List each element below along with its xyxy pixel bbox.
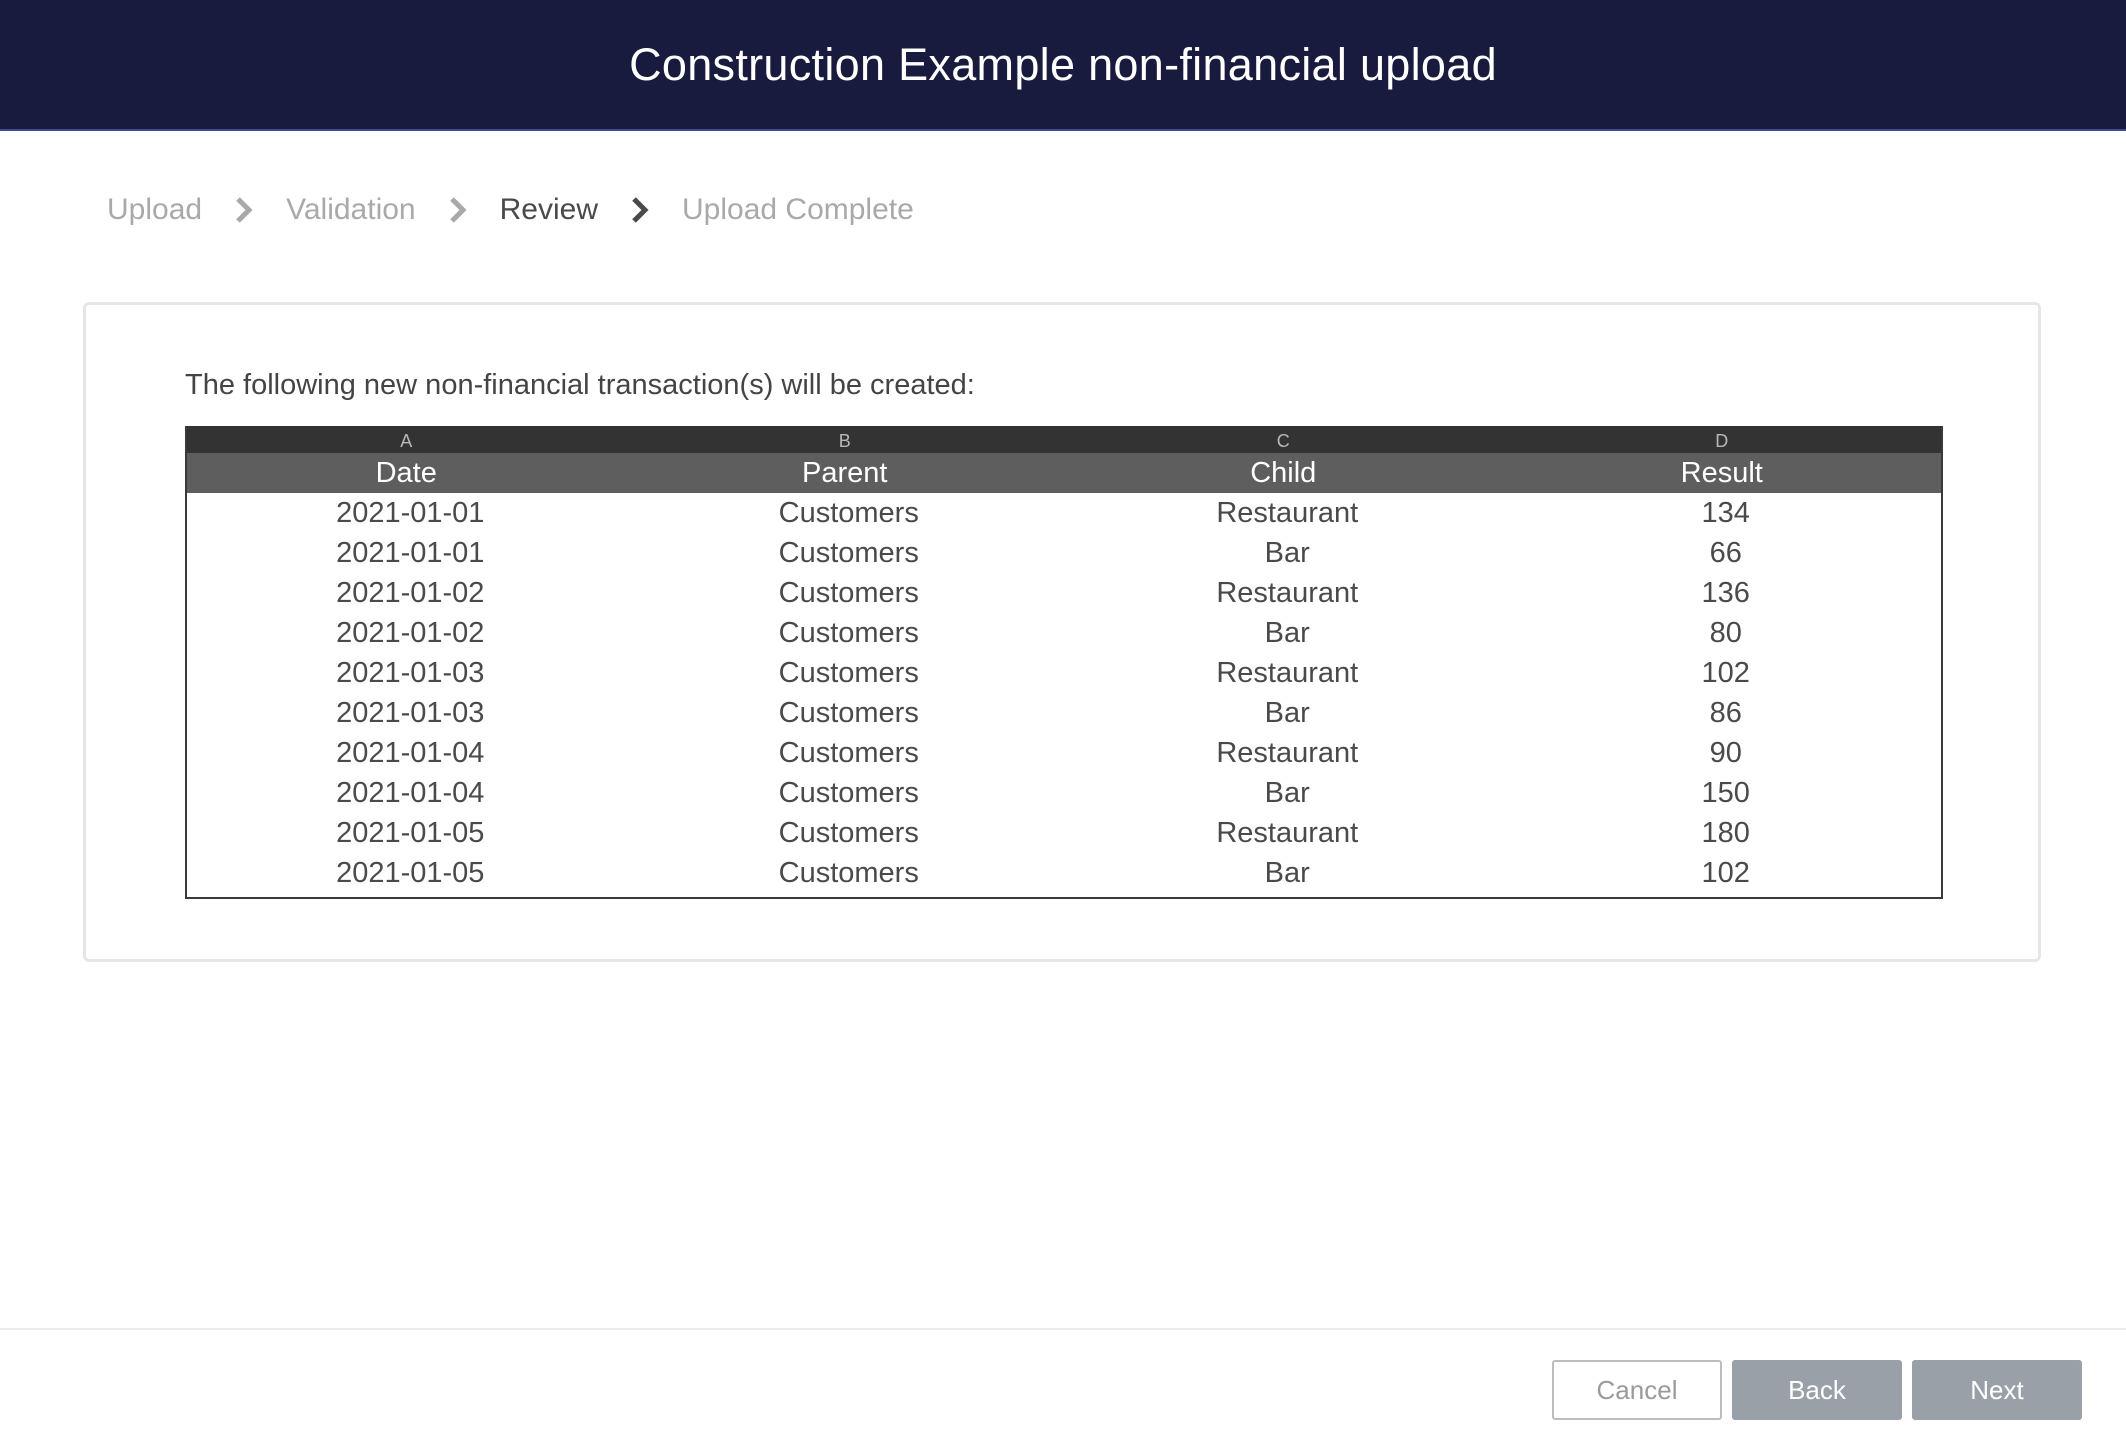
- back-button[interactable]: Back: [1732, 1360, 1902, 1420]
- cell-result: 90: [1709, 737, 1742, 769]
- chevron-right-icon: [229, 195, 259, 225]
- cell-parent: Customers: [778, 857, 919, 889]
- table-row: 2021-01-03 Customers Restaurant 102: [187, 653, 1941, 693]
- cell-parent: Customers: [778, 817, 919, 849]
- table-row: 2021-01-05 Customers Restaurant 180: [187, 813, 1941, 853]
- cell-result: 80: [1709, 617, 1742, 649]
- cell-date: 2021-01-03: [336, 697, 485, 729]
- cell-date: 2021-01-04: [336, 737, 485, 769]
- footer-divider: [0, 1328, 2126, 1330]
- breadcrumb-step-review: Review: [499, 193, 598, 226]
- table-row: 2021-01-04 Customers Bar 150: [187, 773, 1941, 813]
- cell-date: 2021-01-05: [336, 817, 485, 849]
- cell-parent: Customers: [778, 777, 919, 809]
- cell-parent: Customers: [778, 737, 919, 769]
- next-button[interactable]: Next: [1912, 1360, 2082, 1420]
- cell-parent: Customers: [778, 577, 919, 609]
- cell-parent: Customers: [778, 497, 919, 529]
- cell-result: 150: [1701, 777, 1750, 809]
- cell-date: 2021-01-01: [336, 497, 485, 529]
- column-header-result: Result: [1680, 457, 1763, 489]
- cell-result: 86: [1709, 697, 1742, 729]
- breadcrumb-step-validation: Validation: [286, 193, 416, 226]
- table-header-row: Date Parent Child Result: [187, 453, 1941, 493]
- cell-child: Bar: [1264, 857, 1310, 889]
- table-row: 2021-01-05 Customers Bar 102: [187, 853, 1941, 893]
- column-header-parent: Parent: [802, 457, 888, 489]
- cell-result: 180: [1701, 817, 1750, 849]
- review-intro-text: The following new non-financial transact…: [185, 369, 975, 401]
- cell-result: 134: [1701, 497, 1750, 529]
- breadcrumb: Upload Validation Review Upload Complete: [107, 186, 914, 234]
- cell-parent: Customers: [778, 617, 919, 649]
- cell-result: 102: [1701, 857, 1750, 889]
- column-letter: D: [1715, 431, 1729, 451]
- breadcrumb-step-upload: Upload: [107, 193, 203, 226]
- cell-child: Bar: [1264, 777, 1310, 809]
- table-row: 2021-01-02 Customers Bar 80: [187, 613, 1941, 653]
- table-row: 2021-01-01 Customers Bar 66: [187, 533, 1941, 573]
- cell-result: 136: [1701, 577, 1750, 609]
- cell-child: Restaurant: [1216, 497, 1359, 529]
- breadcrumb-step-upload-complete: Upload Complete: [682, 193, 914, 226]
- cell-child: Restaurant: [1216, 737, 1359, 769]
- transactions-table: A B C D Date Parent Child Result 2021-01…: [185, 426, 1943, 899]
- cell-child: Restaurant: [1216, 817, 1359, 849]
- cell-child: Bar: [1264, 537, 1310, 569]
- cell-date: 2021-01-03: [336, 657, 485, 689]
- cell-child: Restaurant: [1216, 577, 1359, 609]
- table-row: 2021-01-01 Customers Restaurant 134: [187, 493, 1941, 533]
- chevron-right-icon: [443, 195, 473, 225]
- cell-result: 66: [1709, 537, 1742, 569]
- cell-parent: Customers: [778, 537, 919, 569]
- chevron-right-icon: [625, 195, 655, 225]
- cell-date: 2021-01-01: [336, 537, 485, 569]
- column-letter-row: A B C D: [187, 426, 1941, 453]
- column-header-date: Date: [375, 457, 437, 489]
- column-header-child: Child: [1250, 457, 1317, 489]
- cell-result: 102: [1701, 657, 1750, 689]
- table-row: 2021-01-03 Customers Bar 86: [187, 693, 1941, 733]
- page-title: Construction Example non-financial uploa…: [629, 38, 1497, 90]
- app-header: Construction Example non-financial uploa…: [0, 0, 2126, 131]
- column-letter: C: [1276, 431, 1290, 451]
- cancel-button[interactable]: Cancel: [1552, 1360, 1722, 1420]
- cell-parent: Customers: [778, 697, 919, 729]
- cell-child: Restaurant: [1216, 657, 1359, 689]
- cell-date: 2021-01-02: [336, 617, 485, 649]
- cell-child: Bar: [1264, 617, 1310, 649]
- cell-parent: Customers: [778, 657, 919, 689]
- cell-date: 2021-01-02: [336, 577, 485, 609]
- cell-date: 2021-01-04: [336, 777, 485, 809]
- cell-date: 2021-01-05: [336, 857, 485, 889]
- cell-child: Bar: [1264, 697, 1310, 729]
- review-panel: The following new non-financial transact…: [83, 302, 2041, 962]
- table-row: 2021-01-04 Customers Restaurant 90: [187, 733, 1941, 773]
- column-letter: B: [838, 431, 851, 451]
- table-body: 2021-01-01 Customers Restaurant 134 2021-01-…: [187, 493, 1941, 897]
- column-letter: A: [400, 431, 413, 451]
- table-row: 2021-01-02 Customers Restaurant 136: [187, 573, 1941, 613]
